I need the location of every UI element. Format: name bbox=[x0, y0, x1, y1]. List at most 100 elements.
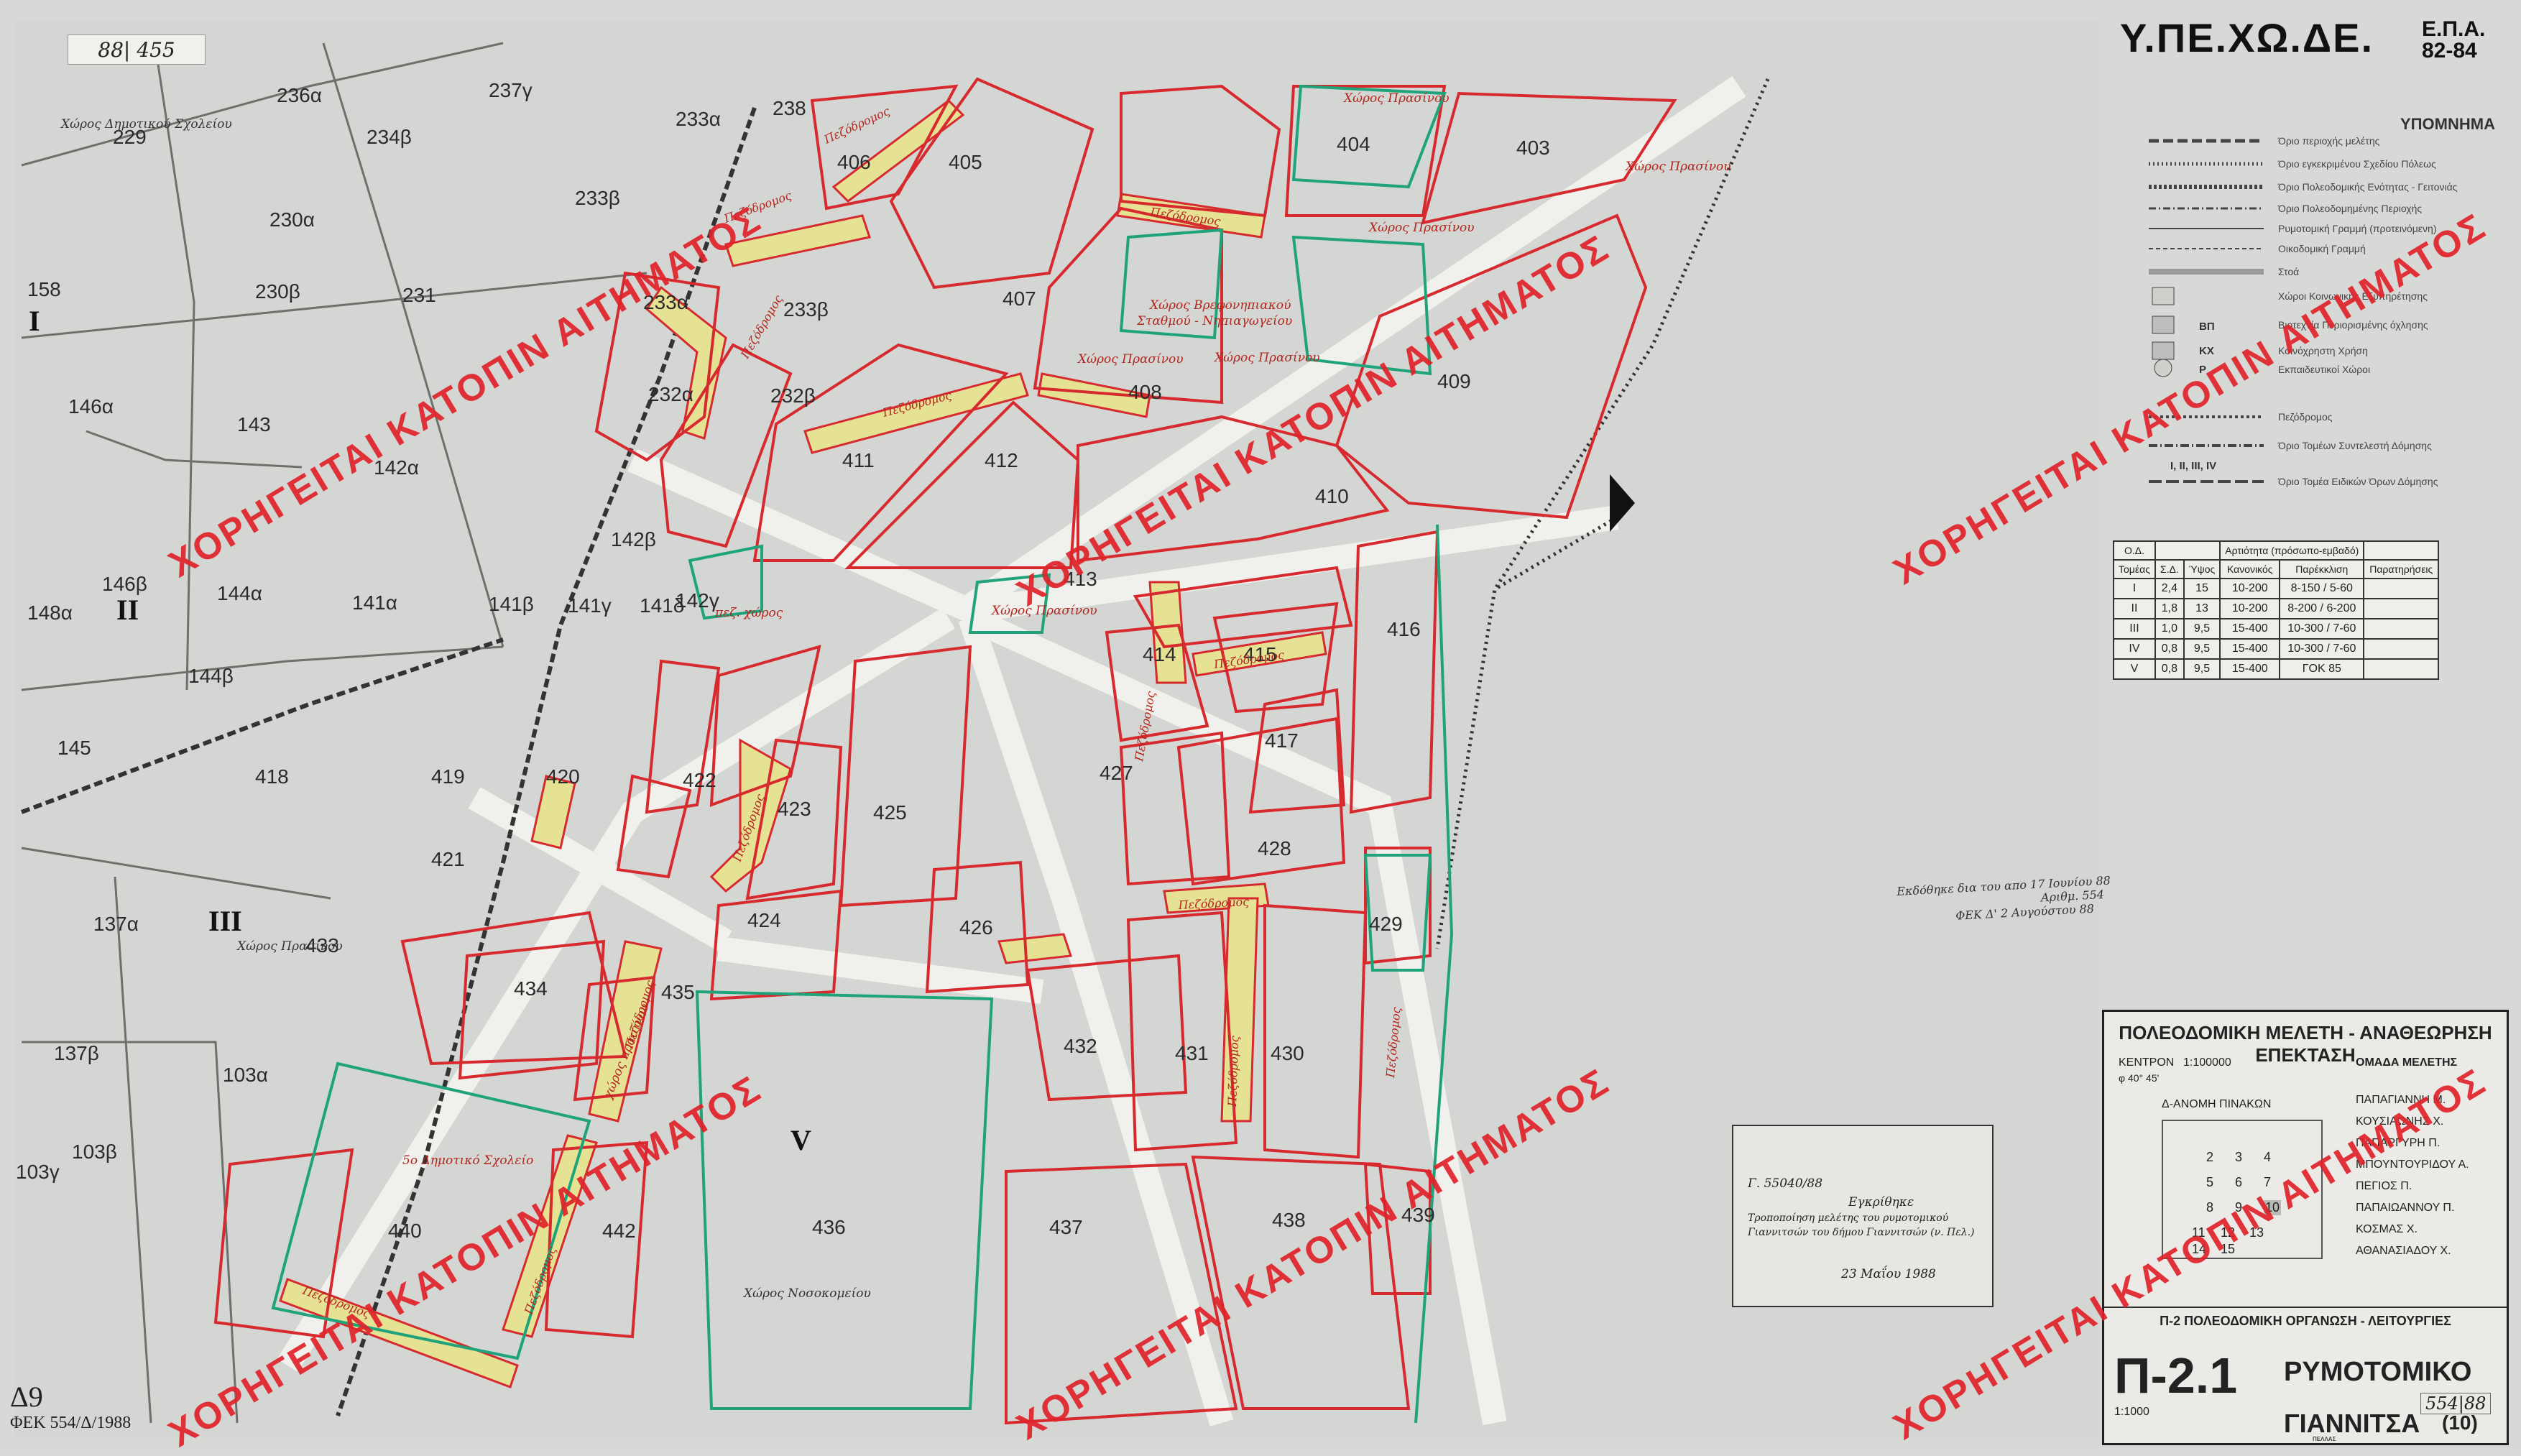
svg-text:432: 432 bbox=[1064, 1035, 1097, 1057]
map-title: ΡΥΜΟΤΟΜΙΚΟ bbox=[2284, 1357, 2472, 1387]
scale: 1:1000 bbox=[2114, 1406, 2149, 1418]
svg-text:II: II bbox=[116, 594, 139, 626]
svg-text:146α: 146α bbox=[68, 395, 114, 418]
sheet-index-heading: Δ-ΑΝΟΜΗ ΠΙΝΑΚΩΝ bbox=[2162, 1098, 2272, 1110]
svg-text:403: 403 bbox=[1516, 137, 1550, 159]
svg-text:Χώρος Νοσοκομείου: Χώρος Νοσοκομείου bbox=[742, 1286, 871, 1301]
svg-text:Χώρος Πρασίνου: Χώρος Πρασίνου bbox=[1368, 221, 1475, 235]
svg-text:404: 404 bbox=[1337, 133, 1370, 155]
table-cell: 10-300 / 7-60 bbox=[2279, 618, 2365, 640]
svg-text:Χώρος Πρασίνου: Χώρος Πρασίνου bbox=[1077, 352, 1184, 367]
legend-item: Ρυμοτομική Γραμμή (προτεινόμενη) bbox=[2278, 223, 2437, 234]
zoning-col-header: Παρατηρήσεις bbox=[2363, 559, 2440, 579]
sheet-badge-label: Δ9 bbox=[10, 1381, 43, 1413]
svg-text:Χώρος Δημοτικού Σχολείου: Χώρος Δημοτικού Σχολείου bbox=[60, 117, 232, 132]
table-cell: 10-300 / 7-60 bbox=[2279, 638, 2365, 660]
legend-item: Όριο Τομέα Ειδικών Όρων Δόμησης bbox=[2278, 476, 2438, 487]
legend-item: Όριο περιοχής μελέτης bbox=[2278, 135, 2380, 147]
svg-text:141δ: 141δ bbox=[640, 594, 684, 617]
legend-item: Όριο Πολεοδομικής Ενότητας - Γειτονιάς bbox=[2278, 181, 2458, 193]
svg-text:442: 442 bbox=[602, 1220, 636, 1242]
sheet-label: (10) bbox=[2442, 1411, 2478, 1434]
svg-text:Πεζόδρομος: Πεζόδρομος bbox=[1225, 1036, 1241, 1107]
svg-text:438: 438 bbox=[1272, 1209, 1306, 1231]
legend-item: Οικοδομική Γραμμή bbox=[2278, 243, 2366, 254]
svg-text:141β: 141β bbox=[489, 593, 534, 615]
table-cell bbox=[2363, 638, 2440, 660]
svg-text:230α: 230α bbox=[269, 208, 315, 231]
svg-text:436: 436 bbox=[812, 1216, 846, 1238]
agency-subtitle: Ε.Π.Α. 82-84 bbox=[2422, 19, 2485, 62]
section-title: Π-2 ΠΟΛΕΟΔΟΜΙΚΗ ΟΡΓΑΝΩΣΗ - ΛΕΙΤΟΥΡΓΙΕΣ bbox=[2104, 1307, 2507, 1329]
approval-stamp-date: 23 Μαΐου 1988 bbox=[1841, 1267, 1936, 1281]
svg-text:158: 158 bbox=[27, 278, 61, 300]
centre-label: ΚΕΝΤΡΟΝ bbox=[2119, 1056, 2175, 1069]
svg-text:III: III bbox=[208, 905, 242, 937]
svg-text:406: 406 bbox=[837, 151, 871, 173]
table-cell: 13 bbox=[2183, 598, 2221, 619]
svg-text:425: 425 bbox=[873, 801, 907, 824]
svg-text:103α: 103α bbox=[223, 1064, 268, 1086]
legend-item: Όριο Πολεοδομημένης Περιοχής bbox=[2278, 203, 2423, 214]
svg-text:233β: 233β bbox=[575, 187, 620, 209]
table-cell: 1,8 bbox=[2154, 598, 2185, 619]
table-cell bbox=[2363, 598, 2440, 619]
svg-text:237γ: 237γ bbox=[489, 79, 533, 101]
approval-stamp-text: Γιαννιτσών του δήμου Γιαννιτσών (ν. Πελ.… bbox=[1748, 1227, 1975, 1238]
sheet-number: 6 bbox=[2235, 1175, 2243, 1189]
svg-text:437: 437 bbox=[1049, 1216, 1083, 1238]
prefecture: ΠΕΛΛΑΣ bbox=[2313, 1436, 2336, 1442]
svg-text:431: 431 bbox=[1175, 1042, 1209, 1064]
table-cell: IV bbox=[2113, 638, 2156, 660]
svg-text:137α: 137α bbox=[93, 913, 139, 935]
team-member: ΠΕΓΙΟΣ Π. bbox=[2356, 1180, 2412, 1192]
svg-text:103β: 103β bbox=[72, 1141, 117, 1163]
svg-text:419: 419 bbox=[431, 765, 465, 788]
svg-text:430: 430 bbox=[1271, 1042, 1304, 1064]
legend-abbr: I, II, III, IV bbox=[2170, 460, 2217, 472]
svg-text:144β: 144β bbox=[188, 665, 234, 687]
svg-text:I: I bbox=[29, 305, 40, 337]
approval-stamp-text: Τροποποίηση μελέτης του ρυμοτομικού bbox=[1748, 1212, 1949, 1224]
table-cell: I bbox=[2113, 578, 2156, 599]
table-cell: 9,5 bbox=[2183, 658, 2221, 680]
svg-text:146β: 146β bbox=[102, 573, 147, 595]
table-cell: 10-200 bbox=[2219, 598, 2281, 619]
agency-title: Υ.ΠΕ.ΧΩ.ΔΕ. bbox=[2120, 15, 2374, 60]
svg-text:V: V bbox=[791, 1124, 811, 1156]
svg-text:434: 434 bbox=[514, 977, 548, 1000]
table-cell: 1,0 bbox=[2154, 618, 2185, 640]
svg-text:141α: 141α bbox=[352, 591, 397, 614]
zoning-notes-header bbox=[2363, 540, 2440, 561]
table-cell bbox=[2363, 658, 2440, 680]
svg-text:236α: 236α bbox=[277, 84, 322, 106]
team-member: ΑΘΑΝΑΣΙΑΔΟΥ Χ. bbox=[2356, 1245, 2451, 1257]
svg-text:427: 427 bbox=[1100, 762, 1133, 784]
town-name: ΓΙΑΝΝΙΤΣΑ bbox=[2284, 1409, 2420, 1438]
svg-text:145: 145 bbox=[57, 737, 91, 759]
svg-text:440: 440 bbox=[388, 1220, 422, 1242]
table-cell: 15-400 bbox=[2219, 618, 2281, 640]
legend-item: Στοά bbox=[2278, 266, 2300, 277]
svg-text:Σταθμού - Νηπιαγωγείου: Σταθμού - Νηπιαγωγείου bbox=[1136, 314, 1292, 328]
svg-text:407: 407 bbox=[1003, 287, 1036, 310]
svg-text:Χώρος Πρασίνου: Χώρος Πρασίνου bbox=[1213, 351, 1320, 365]
legend-item: Εκπαιδευτικοί Χώροι bbox=[2278, 364, 2371, 375]
svg-text:238: 238 bbox=[773, 97, 806, 119]
table-cell: 0,8 bbox=[2154, 638, 2185, 660]
approval-stamp: Γ. 55040/88 Εγκρίθηκε Τροποποίηση μελέτη… bbox=[1732, 1125, 1994, 1307]
svg-text:428: 428 bbox=[1258, 837, 1291, 860]
table-cell: 0,8 bbox=[2154, 658, 2185, 680]
svg-text:231: 231 bbox=[402, 284, 436, 306]
svg-text:424: 424 bbox=[747, 909, 781, 931]
table-cell bbox=[2363, 618, 2440, 640]
coordinates: φ 40° 45' bbox=[2119, 1072, 2160, 1084]
table-cell: 10-200 bbox=[2219, 578, 2281, 599]
svg-text:405: 405 bbox=[949, 151, 982, 173]
table-row: III 1,0 9,5 15-400 10-300 / 7-60 bbox=[2113, 618, 2440, 640]
zoning-blank-header bbox=[2154, 540, 2221, 561]
table-cell: 15 bbox=[2183, 578, 2221, 599]
svg-text:πεζ. χώρος: πεζ. χώρος bbox=[714, 606, 783, 620]
svg-text:Χώρος Πρασίνου: Χώρος Πρασίνου bbox=[1342, 91, 1450, 106]
legend-item: Πεζόδρομος bbox=[2278, 411, 2333, 423]
